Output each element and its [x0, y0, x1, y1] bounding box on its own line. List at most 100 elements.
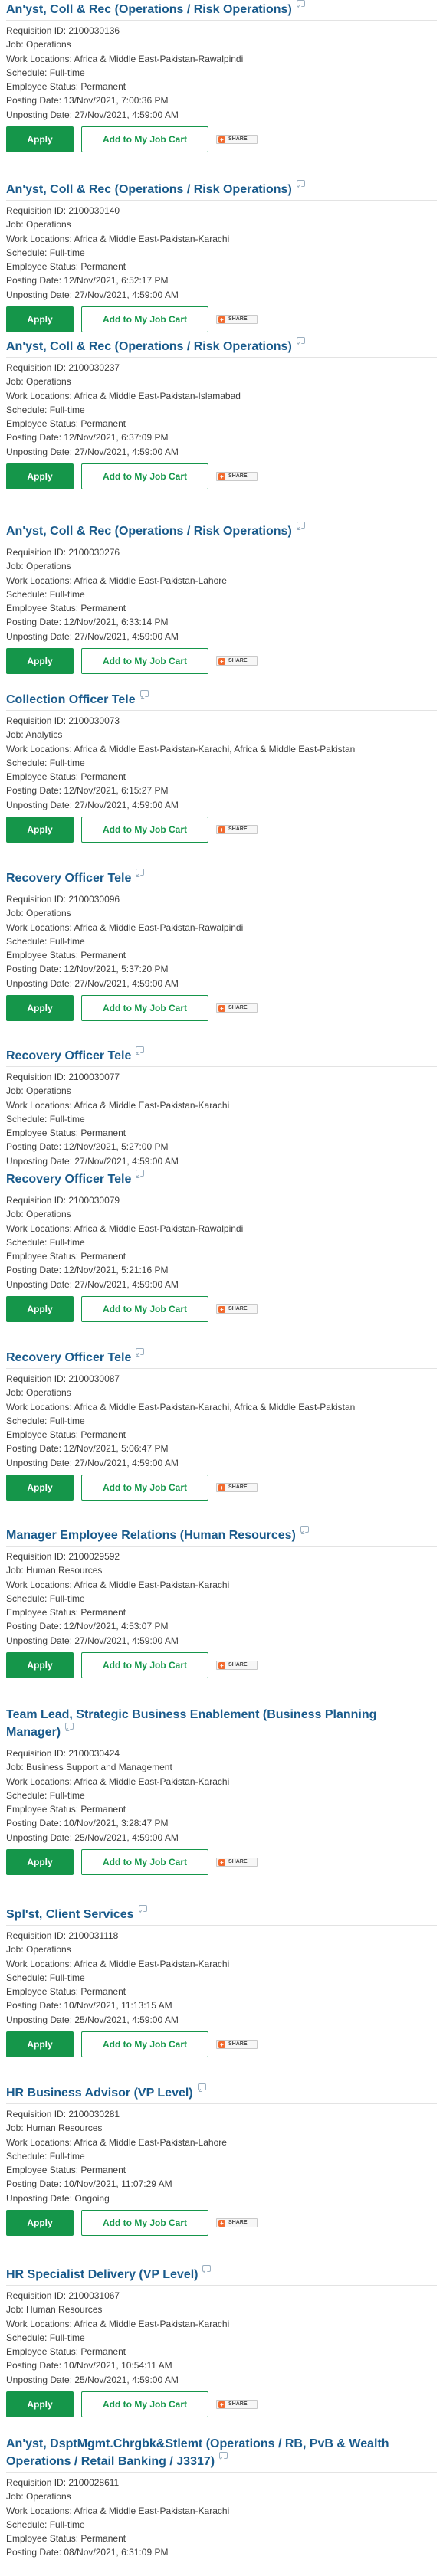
- add-to-job-cart-button[interactable]: Add to My Job Cart: [81, 1652, 208, 1679]
- apply-button[interactable]: Apply: [6, 817, 74, 843]
- job-title-link[interactable]: Manager Employee Relations (Human Resour…: [6, 1529, 296, 1542]
- job-detail-line: Requisition ID: 2100031118: [6, 1930, 119, 1941]
- job-title-link[interactable]: An'yst, Coll & Rec (Operations / Risk Op…: [6, 525, 292, 538]
- add-to-job-cart-button[interactable]: Add to My Job Cart: [81, 2210, 208, 2237]
- apply-button[interactable]: Apply: [6, 463, 74, 490]
- job-detail-line: Job: Analytics: [6, 729, 63, 741]
- job-detail-line: Employee Status: Permanent: [6, 2533, 126, 2545]
- job-title-link[interactable]: An'yst, Coll & Rec (Operations / Risk Op…: [6, 340, 292, 353]
- job-detail-line: Requisition ID: 2100031067: [6, 2290, 120, 2301]
- share-button[interactable]: + SHARE: [216, 1003, 258, 1013]
- share-icon[interactable]: [197, 2083, 206, 2090]
- apply-button[interactable]: Apply: [6, 126, 74, 153]
- job-detail-line: Employee Status: Permanent: [6, 261, 126, 273]
- share-icon[interactable]: [136, 1348, 145, 1355]
- apply-button[interactable]: Apply: [6, 1296, 74, 1323]
- apply-button[interactable]: Apply: [6, 306, 74, 333]
- apply-button[interactable]: Apply: [6, 1849, 74, 1876]
- share-icon[interactable]: [136, 1046, 145, 1053]
- job-detail-line: Unposting Date: 27/Nov/2021, 4:59:00 AM: [6, 446, 179, 457]
- job-detail-line: Posting Date: 10/Nov/2021, 3:28:47 PM: [6, 1818, 169, 1829]
- job-title-link[interactable]: HR Business Advisor (VP Level): [6, 2087, 193, 2100]
- job-title-link-cont[interactable]: Manager): [6, 1726, 61, 1739]
- apply-button[interactable]: Apply: [6, 2031, 74, 2058]
- job-title-row: Team Lead, Strategic Business Enablement…: [0, 1707, 443, 1740]
- apply-button[interactable]: Apply: [6, 648, 74, 675]
- apply-button[interactable]: Apply: [6, 2391, 74, 2418]
- job-detail-line: Schedule: Full-time: [6, 1236, 85, 1248]
- share-button[interactable]: + SHARE: [216, 1858, 258, 1867]
- share-icon[interactable]: [139, 690, 149, 697]
- share-button[interactable]: + SHARE: [216, 1661, 258, 1671]
- job-title-link[interactable]: Recovery Officer Tele: [6, 1049, 131, 1062]
- job-title-link-cont[interactable]: Operations / Retail Banking / J3317): [6, 2455, 215, 2468]
- job-title-link[interactable]: HR Specialist Delivery (VP Level): [6, 2268, 198, 2281]
- job-detail-line: Employee Status: Permanent: [6, 2346, 126, 2358]
- job-detail-line: Posting Date: 12/Nov/2021, 5:21:16 PM: [6, 1265, 169, 1276]
- share-button[interactable]: + SHARE: [216, 825, 258, 835]
- add-to-job-cart-button[interactable]: Add to My Job Cart: [81, 1849, 208, 1876]
- add-to-job-cart-button[interactable]: Add to My Job Cart: [81, 2391, 208, 2418]
- add-to-job-cart-button[interactable]: Add to My Job Cart: [81, 463, 208, 490]
- add-to-job-cart-button[interactable]: Add to My Job Cart: [81, 648, 208, 675]
- share-button[interactable]: + SHARE: [216, 315, 258, 325]
- job-detail-line: Job: Business Support and Management: [6, 1762, 172, 1773]
- job-listing: Recovery Officer Tele Requisition ID: 210…: [0, 1348, 443, 1502]
- job-actions: Apply Add to My Job Cart + SHARE: [0, 995, 443, 1023]
- share-button[interactable]: + SHARE: [216, 472, 258, 482]
- share-button[interactable]: + SHARE: [216, 1483, 258, 1493]
- share-icon[interactable]: [136, 869, 145, 876]
- share-button[interactable]: + SHARE: [216, 2218, 258, 2228]
- job-listing: An'yst, Coll & Rec (Operations / Risk Op…: [0, 180, 443, 334]
- share-button[interactable]: + SHARE: [216, 1304, 258, 1314]
- job-detail-line: Work Locations: Africa & Middle East-Pak…: [6, 1099, 230, 1111]
- share-icon[interactable]: [296, 522, 305, 529]
- job-title-link[interactable]: Recovery Officer Tele: [6, 1351, 131, 1364]
- job-actions: Apply Add to My Job Cart + SHARE: [0, 1652, 443, 1680]
- add-to-job-cart-button[interactable]: Add to My Job Cart: [81, 1296, 208, 1323]
- apply-button[interactable]: Apply: [6, 1652, 74, 1679]
- share-icon[interactable]: [296, 180, 305, 187]
- job-title-link[interactable]: An'yst, Coll & Rec (Operations / Risk Op…: [6, 3, 292, 16]
- divider: [6, 357, 437, 358]
- job-title-link[interactable]: Recovery Officer Tele: [6, 872, 131, 885]
- job-title-row: An'yst, Coll & Rec (Operations / Risk Op…: [0, 337, 443, 355]
- share-icon[interactable]: [202, 2265, 212, 2272]
- share-button[interactable]: + SHARE: [216, 2040, 258, 2050]
- share-icon[interactable]: [65, 1723, 74, 1730]
- job-detail-line: Schedule: Full-time: [6, 247, 85, 258]
- share-icon[interactable]: [219, 2452, 228, 2459]
- add-to-job-cart-button[interactable]: Add to My Job Cart: [81, 817, 208, 843]
- job-detail-line: Work Locations: Africa & Middle East-Pak…: [6, 1223, 244, 1234]
- job-actions: Apply Add to My Job Cart + SHARE: [0, 2031, 443, 2059]
- job-title-link[interactable]: Recovery Officer Tele: [6, 1173, 131, 1186]
- apply-button[interactable]: Apply: [6, 995, 74, 1022]
- add-to-job-cart-button[interactable]: Add to My Job Cart: [81, 306, 208, 333]
- share-icon[interactable]: [300, 1526, 309, 1533]
- job-detail-line: Work Locations: Africa & Middle East-Pak…: [6, 574, 227, 586]
- job-title-link[interactable]: Collection Officer Tele: [6, 693, 136, 706]
- add-to-job-cart-button[interactable]: Add to My Job Cart: [81, 126, 208, 153]
- share-button[interactable]: + SHARE: [216, 656, 258, 666]
- job-title-link[interactable]: Team Lead, Strategic Business Enablement…: [6, 1708, 376, 1721]
- job-detail-line: Job: Operations: [6, 1387, 71, 1399]
- add-to-job-cart-button[interactable]: Add to My Job Cart: [81, 995, 208, 1022]
- job-details: Requisition ID: 2100030087 Job: Operation…: [0, 1372, 443, 1470]
- share-icon[interactable]: [136, 1170, 145, 1177]
- apply-button[interactable]: Apply: [6, 2210, 74, 2237]
- job-title-link[interactable]: An'yst, Coll & Rec (Operations / Risk Op…: [6, 183, 292, 196]
- share-button[interactable]: + SHARE: [216, 135, 258, 145]
- share-icon[interactable]: [138, 1905, 147, 1912]
- apply-button[interactable]: Apply: [6, 1475, 74, 1501]
- job-title-link[interactable]: An'yst, DsptMgmt.Chrgbk&Stlemt (Operatio…: [6, 2437, 389, 2450]
- job-title-link[interactable]: Spl'st, Client Services: [6, 1908, 134, 1921]
- share-icon[interactable]: [296, 337, 305, 344]
- add-to-job-cart-button[interactable]: Add to My Job Cart: [81, 2031, 208, 2058]
- job-listing: An'yst, Coll & Rec (Operations / Risk Op…: [0, 522, 443, 676]
- share-button[interactable]: + SHARE: [216, 2400, 258, 2410]
- job-detail-line: Requisition ID: 2100030237: [6, 362, 120, 373]
- job-detail-line: Employee Status: Permanent: [6, 1251, 126, 1262]
- plus-icon: +: [218, 2401, 225, 2408]
- add-to-job-cart-button[interactable]: Add to My Job Cart: [81, 1475, 208, 1501]
- share-icon[interactable]: [296, 0, 305, 7]
